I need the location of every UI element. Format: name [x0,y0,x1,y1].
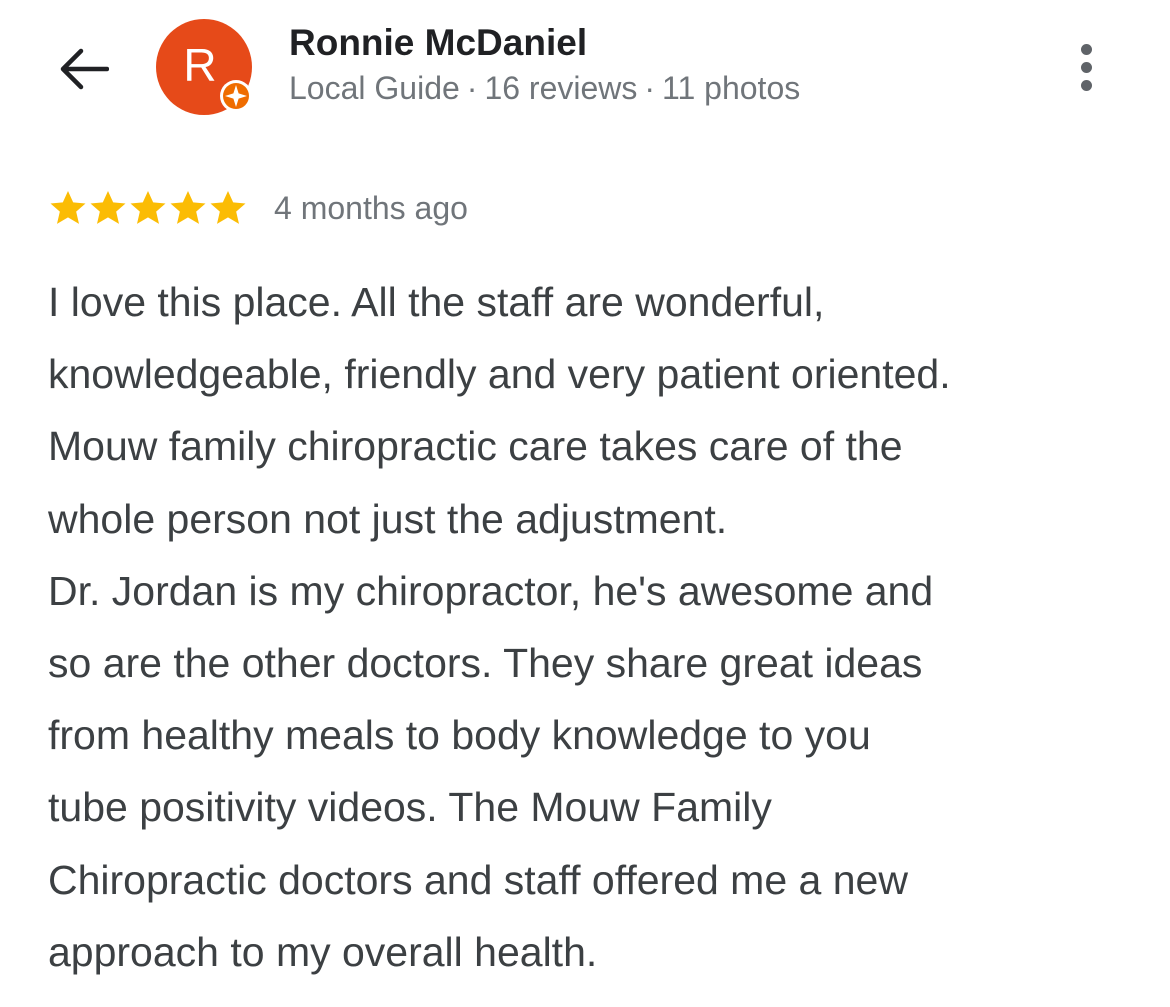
review-date: 4 months ago [274,189,468,226]
review-text-line: Dr. Jordan is my chiropractor, he's awes… [48,567,934,614]
star-icon [130,191,166,224]
back-button[interactable] [52,40,114,98]
review-text-line: I love this place. All the staff are won… [48,279,825,325]
avatar[interactable]: R [156,19,252,115]
review-text-line: knowledgeable, friendly and very patient… [48,351,951,398]
more-options-button[interactable] [1062,36,1110,98]
arrow-back-icon [60,48,109,90]
review-text-line: tube positivity videos. The Mouw Family [48,784,772,831]
local-guide-badge-icon [220,80,252,112]
review-text-line: so are the other doctors. They share gre… [48,640,923,687]
separator-dot: · [466,70,478,106]
separator-dot: · [644,70,656,106]
more-vert-icon-dot [1080,79,1092,91]
avatar-letter: R [183,39,217,91]
review-screen: R Ronnie McDaniel Local Guide · 16 reviews… [0,0,1170,1007]
star-icon [210,191,246,224]
star-icon [50,191,86,224]
review-text: I love this place. All the staff are won… [48,266,1138,988]
local-guide-label: Local Guide [289,70,460,106]
review-text-line: Mouw family chiropractic care takes care… [48,423,903,470]
rating-row: 4 months ago [48,186,468,230]
star-icon [90,191,126,224]
reviewer-meta: Local Guide · 16 reviews · 11 photos [289,68,800,108]
review-text-line: Chiropractic doctors and staff offered m… [48,856,908,903]
review-count: 16 reviews [484,70,638,106]
star-rating [48,188,248,228]
reviewer-name[interactable]: Ronnie McDaniel [289,20,800,66]
more-vert-icon-dot [1080,43,1092,55]
reviewer-info: Ronnie McDaniel Local Guide · 16 reviews · 1… [289,20,800,108]
review-text-line: whole person not just the adjustment. [48,495,728,542]
star-icon [170,191,206,224]
review-text-line: approach to my overall health. [48,928,598,975]
more-vert-icon-dot [1080,61,1092,73]
review-text-line: from healthy meals to body knowledge to … [48,712,871,759]
photo-count: 11 photos [662,70,801,106]
